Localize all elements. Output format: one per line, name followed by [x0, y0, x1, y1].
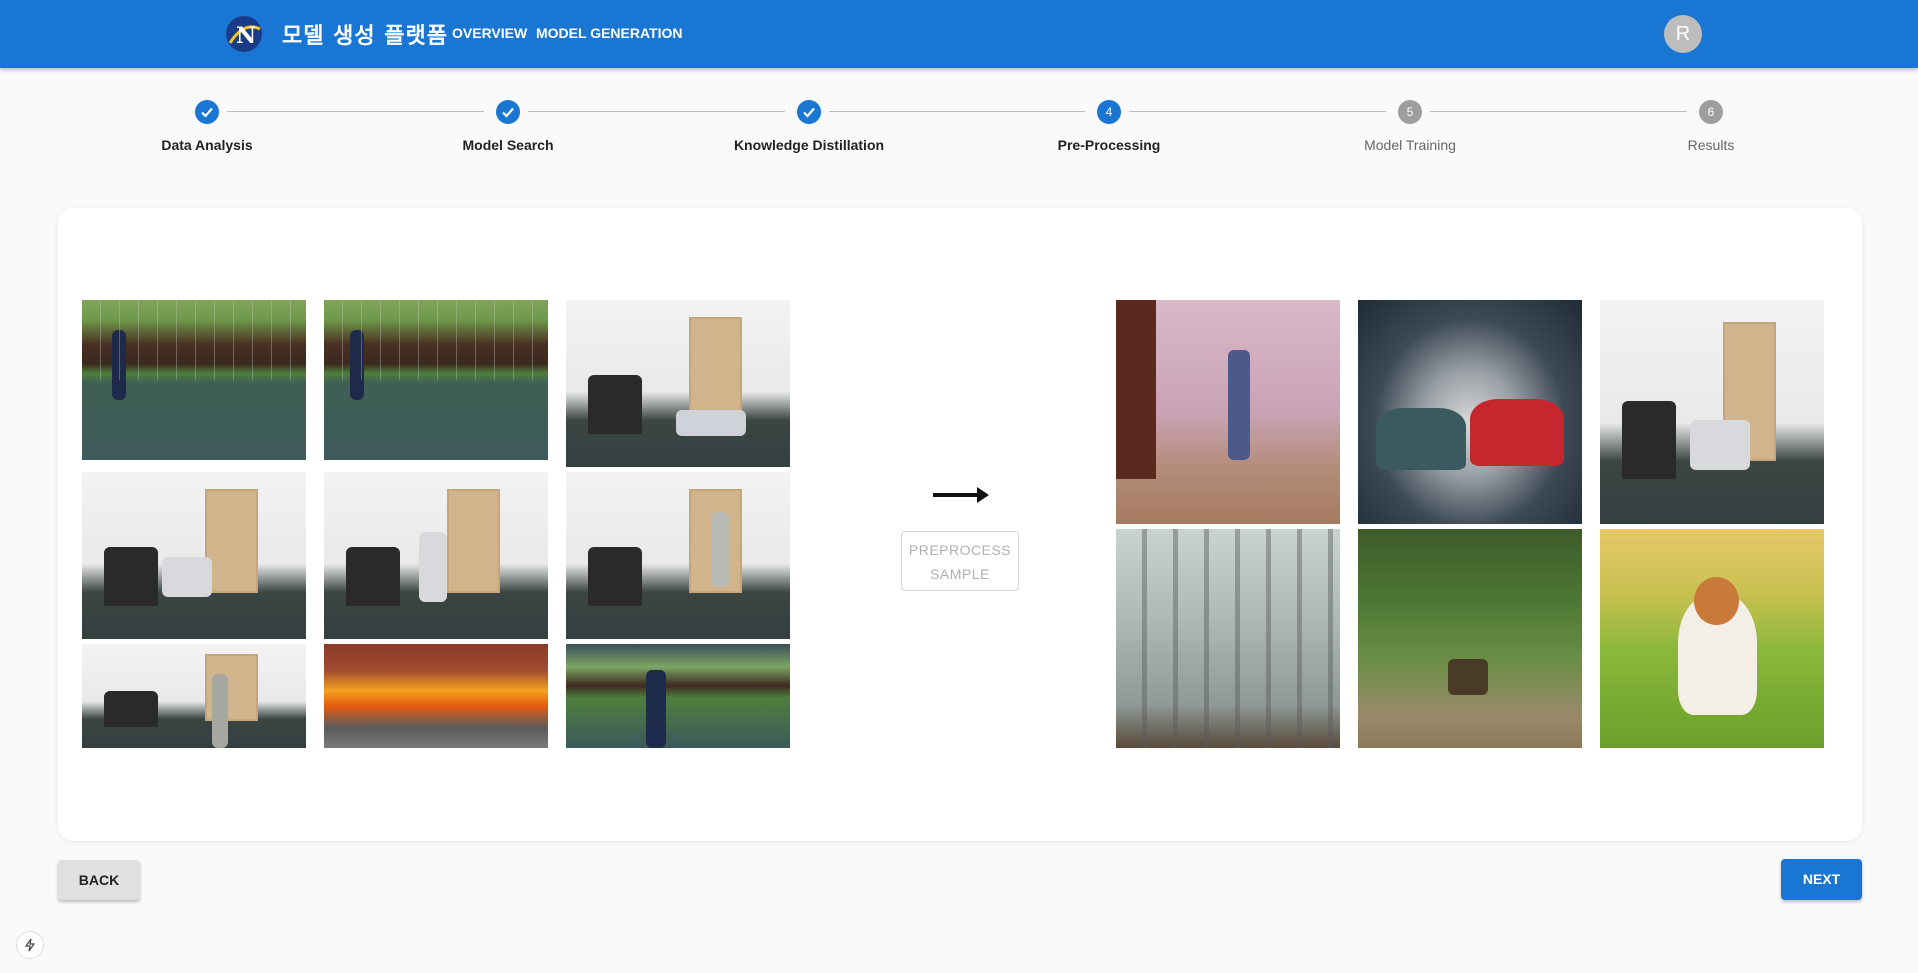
step-data-analysis: Data Analysis — [107, 96, 307, 153]
input-image — [324, 472, 548, 639]
step-label: Results — [1687, 137, 1735, 153]
output-image — [1358, 300, 1582, 524]
input-image — [82, 644, 306, 748]
output-image — [1358, 529, 1582, 748]
output-image — [1600, 529, 1824, 748]
next-button[interactable]: NEXT — [1781, 859, 1862, 900]
check-icon — [797, 100, 821, 124]
step-results: 6 Results — [1611, 96, 1811, 153]
input-image — [566, 300, 790, 467]
avatar[interactable]: R — [1664, 15, 1702, 53]
output-image — [1116, 529, 1340, 748]
step-model-search: Model Search — [408, 96, 608, 153]
step-label: Model Training — [1364, 137, 1456, 153]
input-image — [324, 300, 548, 460]
step-label: Pre-Processing — [1057, 137, 1161, 153]
step-number: 4 — [1097, 100, 1121, 124]
step-model-training: 5 Model Training — [1310, 96, 1510, 153]
output-image — [1600, 300, 1824, 524]
check-icon — [496, 100, 520, 124]
step-pre-processing: 4 Pre-Processing — [1009, 96, 1209, 153]
preprocess-button-label-line2: SAMPLE — [930, 566, 990, 582]
preprocess-sample-button[interactable]: PREPROCESS SAMPLE — [901, 531, 1019, 591]
input-image — [82, 472, 306, 639]
step-knowledge-distillation: Knowledge Distillation — [709, 96, 909, 153]
input-image — [566, 472, 790, 639]
bolt-icon[interactable] — [16, 931, 44, 959]
app-bar: N 모델 생성 플랫폼 OVERVIEW MODEL GENERATION R — [0, 0, 1918, 68]
input-image — [566, 644, 790, 748]
step-label: Knowledge Distillation — [733, 137, 885, 153]
check-icon — [195, 100, 219, 124]
preprocess-button-label-line1: PREPROCESS — [908, 542, 1012, 558]
input-image — [82, 300, 306, 460]
brand-title: 모델 생성 플랫폼 — [282, 24, 448, 49]
logo-icon[interactable]: N — [222, 13, 266, 55]
step-number: 5 — [1398, 100, 1422, 124]
svg-text:N: N — [236, 23, 256, 49]
step-label: Model Search — [462, 137, 554, 153]
back-button[interactable]: BACK — [58, 860, 140, 900]
nav-overview[interactable]: OVERVIEW — [452, 25, 527, 41]
arrow-right-icon — [933, 487, 989, 503]
nav-model-generation[interactable]: MODEL GENERATION — [536, 25, 683, 41]
output-image — [1116, 300, 1340, 524]
input-image — [324, 644, 548, 748]
step-number: 6 — [1699, 100, 1723, 124]
stepper: Data Analysis Model Search Knowledge Dis… — [0, 96, 1918, 166]
step-label: Data Analysis — [161, 137, 253, 153]
